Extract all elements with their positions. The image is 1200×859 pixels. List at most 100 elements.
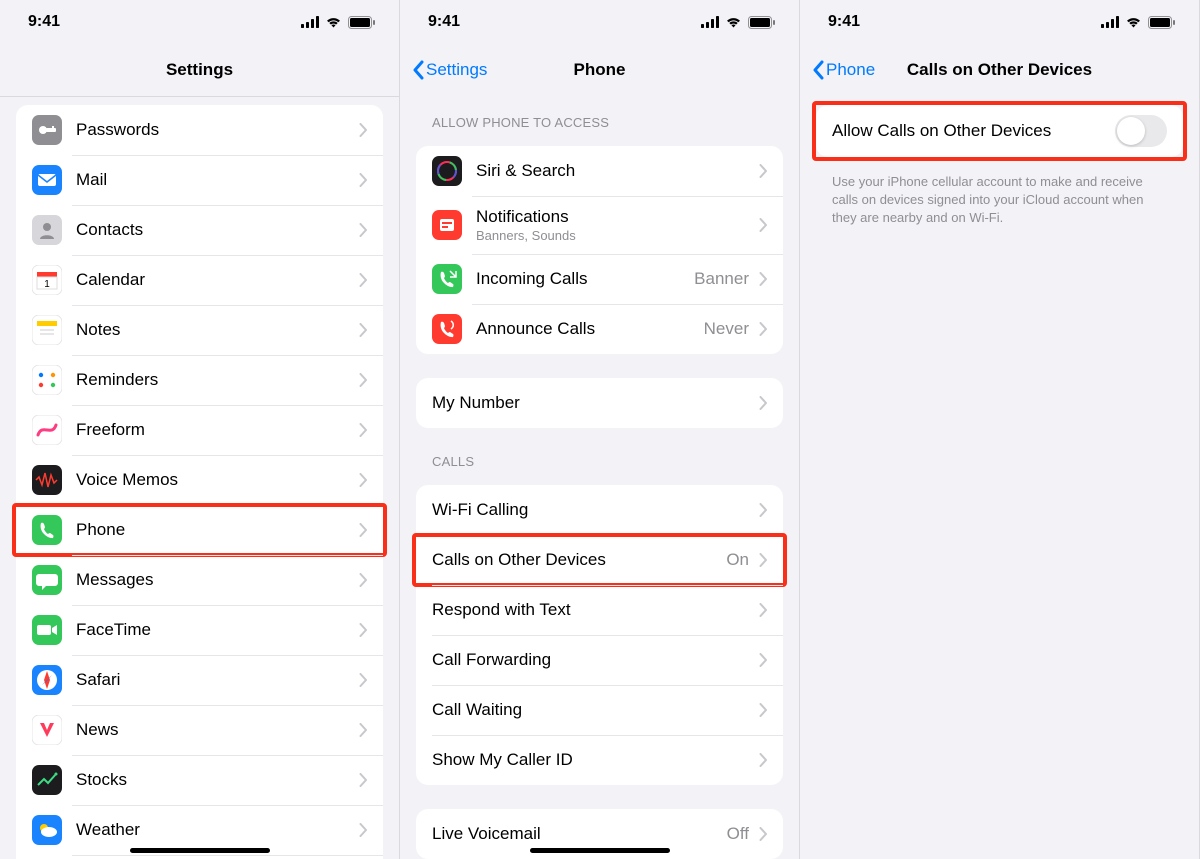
nav-bar: Phone Calls on Other Devices (800, 44, 1199, 97)
chevron-right-icon (359, 723, 367, 737)
row-label: Phone (76, 519, 355, 541)
screen-settings: 9:41 Settings Passwords Mail Contacts 1Cale… (0, 0, 400, 859)
chevron-right-icon (359, 573, 367, 587)
notifications-icon (432, 210, 462, 240)
list-row[interactable]: Wi-Fi Calling (416, 485, 783, 535)
list-row[interactable]: Safari (16, 655, 383, 705)
row-label: Calls on Other Devices (432, 549, 726, 571)
chevron-right-icon (759, 653, 767, 667)
home-indicator[interactable] (130, 848, 270, 853)
row-label: Notes (76, 319, 355, 341)
list-row[interactable]: Contacts (16, 205, 383, 255)
messages-icon (32, 565, 62, 595)
row-label: Contacts (76, 219, 355, 241)
list-row[interactable]: Incoming CallsBanner (416, 254, 783, 304)
chevron-right-icon (359, 323, 367, 337)
content: Allow Calls on Other Devices Use your iP… (800, 97, 1199, 859)
back-button[interactable]: Phone (806, 44, 881, 96)
chevron-left-icon (412, 60, 424, 80)
nav-bar: Settings (0, 44, 399, 97)
weather-icon (32, 815, 62, 845)
section-header-access: ALLOW PHONE TO ACCESS (400, 97, 799, 138)
status-time: 9:41 (28, 13, 60, 31)
back-label: Phone (826, 60, 875, 80)
list-row[interactable]: Stocks (16, 755, 383, 805)
list-row[interactable]: Voice Memos (16, 455, 383, 505)
list-row[interactable]: Phone (16, 505, 383, 555)
phone-icon (32, 515, 62, 545)
chevron-right-icon (359, 773, 367, 787)
allow-calls-row[interactable]: Allow Calls on Other Devices (816, 105, 1183, 157)
list-row[interactable]: Notes (16, 305, 383, 355)
chevron-right-icon (359, 623, 367, 637)
chevron-right-icon (359, 473, 367, 487)
row-label: Incoming Calls (476, 268, 694, 290)
list-row[interactable]: 1Calendar (16, 255, 383, 305)
section-footer: Use your iPhone cellular account to make… (800, 165, 1199, 227)
row-label: Notifications (476, 206, 755, 228)
list-row[interactable]: Translate (16, 855, 383, 859)
row-label: Call Waiting (432, 699, 755, 721)
list-row[interactable]: Call Forwarding (416, 635, 783, 685)
chevron-right-icon (759, 218, 767, 232)
screen-phone: 9:41 Settings Phone ALLOW PHONE TO ACCES… (400, 0, 800, 859)
chevron-left-icon (812, 60, 824, 80)
news-icon (32, 715, 62, 745)
list-row[interactable]: Passwords (16, 105, 383, 155)
wifi-icon (325, 16, 342, 28)
list-row[interactable]: NotificationsBanners, Sounds (416, 196, 783, 254)
row-detail: Banner (694, 269, 749, 289)
battery-icon (748, 16, 775, 29)
chevron-right-icon (759, 396, 767, 410)
chevron-right-icon (359, 673, 367, 687)
list-row[interactable]: Respond with Text (416, 585, 783, 635)
row-label: Call Forwarding (432, 649, 755, 671)
notes-icon (32, 315, 62, 345)
calls-list: Wi-Fi Calling Calls on Other DevicesOn Res… (416, 485, 783, 785)
calendar-icon: 1 (32, 265, 62, 295)
chevron-right-icon (759, 703, 767, 717)
freeform-icon (32, 415, 62, 445)
content: Passwords Mail Contacts 1Calendar Notes Remin… (0, 97, 399, 859)
chevron-right-icon (759, 603, 767, 617)
list-row[interactable]: Mail (16, 155, 383, 205)
row-label: Respond with Text (432, 599, 755, 621)
chevron-right-icon (759, 503, 767, 517)
key-icon (32, 115, 62, 145)
list-row[interactable]: Reminders (16, 355, 383, 405)
row-label: Announce Calls (476, 318, 704, 340)
chevron-right-icon (759, 553, 767, 567)
list-row[interactable]: Messages (16, 555, 383, 605)
list-row[interactable]: My Number (416, 378, 783, 428)
row-label: Messages (76, 569, 355, 591)
row-label: Show My Caller ID (432, 749, 755, 771)
list-row[interactable]: Call Waiting (416, 685, 783, 735)
chevron-right-icon (759, 272, 767, 286)
list-row[interactable]: Announce CallsNever (416, 304, 783, 354)
home-indicator[interactable] (530, 848, 670, 853)
list-row[interactable]: Siri & Search (416, 146, 783, 196)
chevron-right-icon (359, 423, 367, 437)
list-row[interactable]: News (16, 705, 383, 755)
row-sublabel: Banners, Sounds (476, 228, 755, 244)
chevron-right-icon (359, 823, 367, 837)
toggle-label: Allow Calls on Other Devices (832, 120, 1115, 142)
chevron-right-icon (359, 273, 367, 287)
list-row[interactable]: Show My Caller ID (416, 735, 783, 785)
status-time: 9:41 (428, 13, 460, 31)
section-header-calls: CALLS (400, 436, 799, 477)
contacts-icon (32, 215, 62, 245)
row-label: Wi-Fi Calling (432, 499, 755, 521)
allow-calls-toggle[interactable] (1115, 115, 1167, 147)
wifi-icon (1125, 16, 1142, 28)
row-detail: On (726, 550, 749, 570)
chevron-right-icon (359, 523, 367, 537)
row-label: Mail (76, 169, 355, 191)
list-row[interactable]: FaceTime (16, 605, 383, 655)
list-row[interactable]: Freeform (16, 405, 383, 455)
cellular-icon (301, 16, 319, 28)
status-icons (301, 16, 375, 29)
back-label: Settings (426, 60, 487, 80)
back-button[interactable]: Settings (406, 44, 493, 96)
list-row[interactable]: Calls on Other DevicesOn (416, 535, 783, 585)
